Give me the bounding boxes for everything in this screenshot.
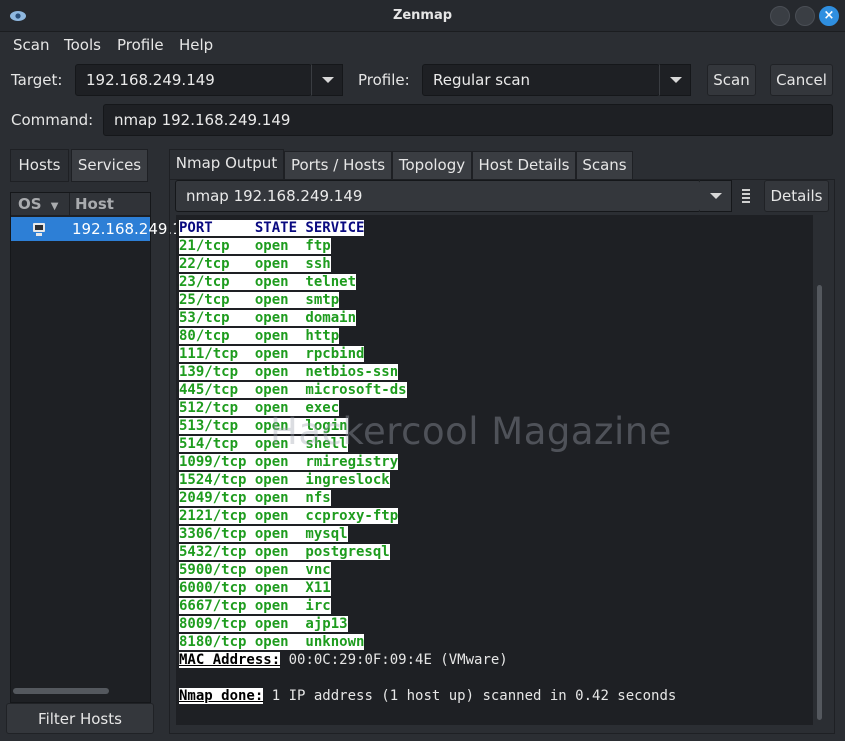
- profile-label: Profile:: [358, 71, 410, 89]
- command-input[interactable]: nmap 192.168.249.149: [103, 104, 833, 136]
- linux-os-icon: [33, 223, 45, 236]
- details-button[interactable]: Details: [764, 180, 829, 212]
- host-row[interactable]: 192.168.249.149: [11, 217, 201, 241]
- tab-ports-hosts[interactable]: Ports / Hosts: [284, 151, 392, 180]
- tab-topology[interactable]: Topology: [392, 151, 472, 180]
- port-line: 5900/tcp open vnc: [179, 562, 331, 578]
- column-os-label: OS: [18, 195, 42, 213]
- watermark: Hackercool Magazine: [270, 410, 672, 453]
- port-line: 139/tcp open netbios-ssn: [179, 364, 399, 380]
- window-title: Zenmap: [392, 8, 453, 23]
- port-line: 80/tcp open http: [179, 328, 340, 344]
- list-icon[interactable]: [741, 187, 751, 205]
- menu-profile[interactable]: Profile: [117, 36, 164, 54]
- minimize-button[interactable]: [770, 6, 790, 26]
- column-header-os[interactable]: OS ▼: [11, 193, 69, 215]
- port-line: 6000/tcp open X11: [179, 580, 331, 596]
- command-label: Command:: [11, 111, 94, 129]
- port-line: 53/tcp open domain: [179, 310, 357, 326]
- port-line: 23/tcp open telnet: [179, 274, 357, 290]
- column-header-host[interactable]: Host: [70, 193, 150, 215]
- ports-table-header: PORT STATE SERVICE: [179, 220, 365, 236]
- port-line: 8180/tcp open unknown: [179, 634, 365, 650]
- tab-host-details[interactable]: Host Details: [472, 151, 576, 180]
- maximize-button[interactable]: [795, 6, 815, 26]
- sort-down-icon: ▼: [50, 201, 59, 212]
- chevron-down-icon: [670, 77, 682, 83]
- close-icon: ×: [823, 8, 835, 23]
- target-dropdown-button[interactable]: [311, 64, 343, 96]
- cancel-button[interactable]: Cancel: [770, 64, 833, 96]
- chevron-down-icon: [710, 193, 722, 199]
- nmap-done-label: Nmap done:: [179, 688, 264, 704]
- horizontal-scrollbar[interactable]: [13, 688, 109, 694]
- port-line: 2121/tcp open ccproxy-ftp: [179, 508, 399, 524]
- port-line: 6667/tcp open irc: [179, 598, 331, 614]
- port-line: 445/tcp open microsoft-ds: [179, 382, 407, 398]
- scan-button[interactable]: Scan: [707, 64, 756, 96]
- menu-help[interactable]: Help: [179, 36, 213, 54]
- port-line: 3306/tcp open mysql: [179, 526, 348, 542]
- mac-address-value: 00:0C:29:0F:09:4E (VMware): [280, 652, 508, 668]
- port-line: 111/tcp open rpcbind: [179, 346, 365, 362]
- output-dropdown-button[interactable]: [700, 180, 732, 212]
- tab-services[interactable]: Services: [71, 149, 148, 182]
- port-line: 8009/tcp open ajp13: [179, 616, 348, 632]
- nmap-done-summary: 1 IP address (1 host up) scanned in 0.42…: [263, 688, 677, 704]
- vertical-scrollbar[interactable]: [815, 215, 825, 725]
- target-label: Target:: [11, 71, 63, 89]
- scrollbar-thumb[interactable]: [817, 285, 822, 720]
- port-line: 22/tcp open ssh: [179, 256, 331, 272]
- filter-hosts-button[interactable]: Filter Hosts: [6, 703, 154, 734]
- mac-address-label: MAC Address:: [179, 652, 281, 668]
- tab-scans[interactable]: Scans: [576, 151, 633, 180]
- tab-nmap-output[interactable]: Nmap Output: [169, 149, 284, 180]
- output-scan-select[interactable]: nmap 192.168.249.149: [175, 180, 701, 212]
- profile-dropdown-button[interactable]: [659, 64, 691, 96]
- port-line: 1524/tcp open ingreslock: [179, 472, 390, 488]
- tab-hosts[interactable]: Hosts: [10, 149, 69, 182]
- nmap-output-text[interactable]: PORT STATE SERVICE 21/tcp open ftp 22/tcp…: [176, 215, 813, 725]
- host-list: OS ▼ Host 192.168.249.149: [10, 192, 201, 703]
- port-line: 21/tcp open ftp: [179, 238, 331, 254]
- menu-scan[interactable]: Scan: [13, 36, 49, 54]
- port-line: 5432/tcp open postgresql: [179, 544, 390, 560]
- chevron-down-icon: [322, 77, 334, 83]
- port-line: 1099/tcp open rmiregistry: [179, 454, 399, 470]
- port-line: 25/tcp open smtp: [179, 292, 340, 308]
- close-button[interactable]: ×: [819, 6, 839, 26]
- profile-select[interactable]: Regular scan: [422, 64, 660, 96]
- target-input[interactable]: 192.168.249.149: [75, 64, 312, 96]
- menu-tools[interactable]: Tools: [64, 36, 101, 54]
- port-line: 2049/tcp open nfs: [179, 490, 331, 506]
- menu-bar: Scan Tools Profile Help: [0, 32, 845, 58]
- title-bar: Zenmap ×: [0, 0, 845, 32]
